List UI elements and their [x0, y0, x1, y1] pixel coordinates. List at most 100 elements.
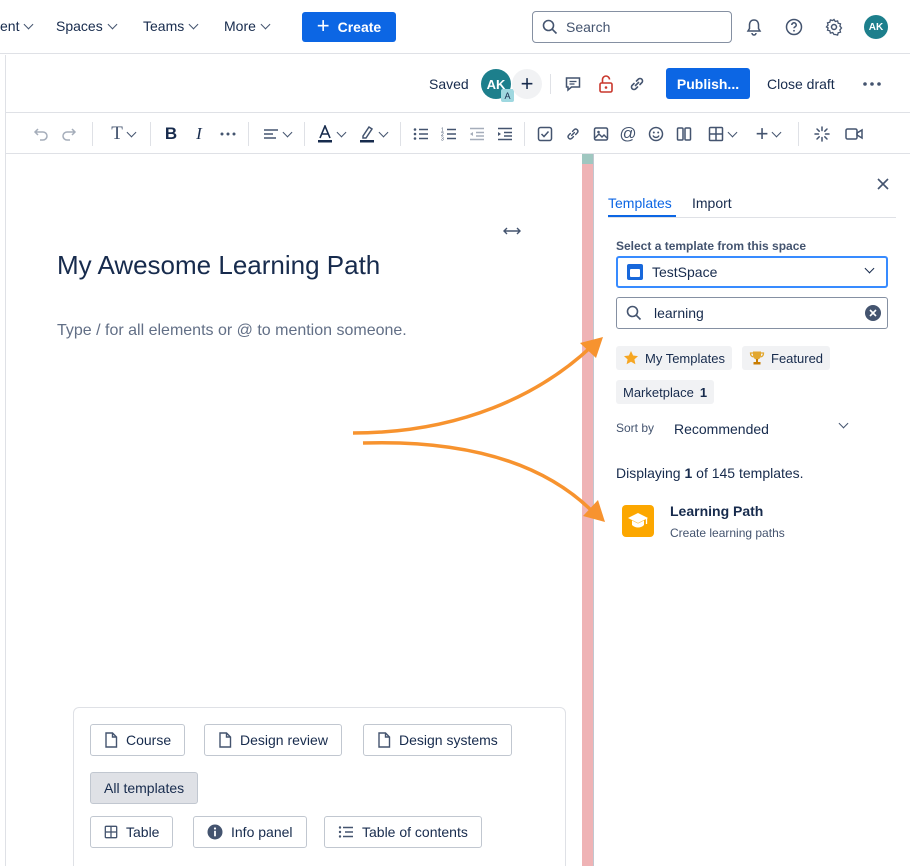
text-style-icon: T [111, 123, 123, 144]
highlighter-icon [360, 125, 374, 143]
chevron-down-icon [864, 263, 875, 274]
clear-search-icon[interactable] [865, 305, 881, 324]
table-icon [104, 825, 118, 839]
table-dropdown[interactable] [703, 124, 741, 144]
suggestion-course[interactable]: Course [90, 724, 186, 756]
numbered-list-icon[interactable]: 123 [440, 124, 458, 144]
search-input[interactable]: Search [532, 11, 732, 43]
saved-status: Saved [429, 76, 469, 92]
chevron-down-icon [282, 127, 293, 137]
results-count: Displaying 1 of 145 templates. [616, 465, 804, 481]
suggestion-table[interactable]: Table [90, 816, 174, 848]
filter-my-templates[interactable]: My Templates [616, 346, 732, 370]
close-draft-button[interactable]: Close draft [767, 76, 835, 92]
template-search-input[interactable]: learning [616, 297, 888, 329]
highlight-dropdown[interactable] [356, 124, 390, 144]
video-icon[interactable] [844, 124, 864, 144]
tab-templates[interactable]: Templates [608, 195, 672, 211]
suggestion-info-panel[interactable]: Info panel [193, 816, 307, 848]
settings-gear-icon[interactable] [824, 17, 844, 37]
toolbar-separator [524, 122, 525, 146]
comment-icon[interactable] [564, 75, 582, 93]
chevron-down-icon [126, 127, 137, 137]
toolbar-separator [304, 122, 305, 146]
alignment-dropdown[interactable] [260, 124, 294, 144]
link-icon[interactable] [628, 75, 646, 93]
star-icon [624, 351, 638, 365]
plus-icon: + [755, 121, 769, 146]
chevron-down-icon [260, 19, 271, 29]
top-navigation [0, 0, 910, 54]
tabs-divider [608, 217, 896, 218]
indent-icon[interactable] [496, 124, 514, 144]
chevron-down-icon[interactable] [838, 418, 849, 429]
editor-left-border [5, 55, 6, 866]
graduation-cap-icon[interactable] [622, 505, 654, 537]
plus-icon: + [520, 71, 534, 96]
tab-import[interactable]: Import [692, 195, 732, 211]
help-icon[interactable] [784, 17, 804, 37]
outdent-icon[interactable] [468, 124, 486, 144]
more-options-icon[interactable] [862, 80, 882, 88]
page-title[interactable]: My Awesome Learning Path [57, 250, 380, 281]
header-divider [550, 74, 551, 94]
space-select-label: Select a template from this space [616, 239, 807, 253]
width-resize-icon[interactable] [503, 223, 521, 239]
table-of-contents-icon [338, 826, 353, 838]
all-templates-button[interactable]: All templates [90, 772, 199, 804]
filter-featured[interactable]: Featured [742, 346, 831, 370]
insert-link-icon[interactable] [564, 124, 582, 144]
suggestion-table-of-contents[interactable]: Table of contents [324, 816, 482, 848]
page-icon [105, 732, 118, 748]
toolbar-separator [248, 122, 249, 146]
unlock-icon[interactable] [597, 74, 615, 94]
avatar-badge: A [501, 89, 514, 102]
arrow-to-search [352, 344, 594, 435]
bold-icon[interactable]: B [162, 124, 180, 144]
text-color-dropdown[interactable] [314, 124, 348, 144]
toolbar-separator [92, 122, 93, 146]
bullet-list-icon[interactable] [412, 124, 430, 144]
panel-resize-bar[interactable] [582, 154, 593, 866]
redo-icon[interactable] [60, 124, 78, 144]
ai-sparkle-icon[interactable] [813, 124, 831, 144]
space-select[interactable]: TestSpace [616, 256, 888, 288]
suggestion-design-systems[interactable]: Design systems [363, 724, 512, 756]
user-avatar[interactable]: AK [864, 15, 888, 39]
more-formatting-icon[interactable] [218, 124, 238, 144]
mention-icon[interactable]: @ [619, 124, 637, 144]
suggestion-design-review[interactable]: Design review [204, 724, 342, 756]
emoji-icon[interactable] [647, 124, 665, 144]
layout-columns-icon[interactable] [675, 124, 693, 144]
svg-text:3: 3 [441, 137, 444, 142]
marketplace-count-badge: 1 [699, 384, 708, 400]
template-result-name[interactable]: Learning Path [670, 503, 763, 519]
info-icon [207, 824, 223, 840]
search-icon [626, 305, 642, 321]
nav-item-teams[interactable]: Teams [143, 18, 199, 34]
italic-icon[interactable]: I [190, 124, 208, 144]
text-style-dropdown[interactable]: T [106, 123, 140, 144]
close-panel-icon[interactable] [876, 177, 890, 196]
nav-item-recent[interactable]: ent [0, 18, 34, 34]
publish-button[interactable]: Publish... [666, 68, 750, 99]
space-icon [627, 264, 643, 280]
add-collaborator-button[interactable]: + [512, 69, 542, 99]
template-result-description: Create learning paths [670, 526, 785, 540]
image-icon[interactable] [592, 124, 610, 144]
nav-item-spaces[interactable]: Spaces [56, 18, 118, 34]
notification-bell-icon[interactable] [744, 17, 764, 37]
filter-marketplace[interactable]: Marketplace 1 [616, 380, 715, 404]
create-button[interactable]: + Create [302, 12, 396, 42]
page-icon [378, 732, 391, 748]
checkbox-icon[interactable] [536, 124, 554, 144]
undo-icon[interactable] [32, 124, 50, 144]
chevron-down-icon [107, 19, 118, 29]
sort-select[interactable]: Recommended [674, 421, 769, 437]
chevron-down-icon [727, 127, 738, 137]
toolbar-separator [798, 122, 799, 146]
insert-more-dropdown[interactable]: + [750, 121, 786, 146]
active-tab-indicator [608, 215, 676, 217]
nav-item-more[interactable]: More [224, 18, 271, 34]
editor-placeholder[interactable]: Type / for all elements or @ to mention … [57, 322, 407, 340]
